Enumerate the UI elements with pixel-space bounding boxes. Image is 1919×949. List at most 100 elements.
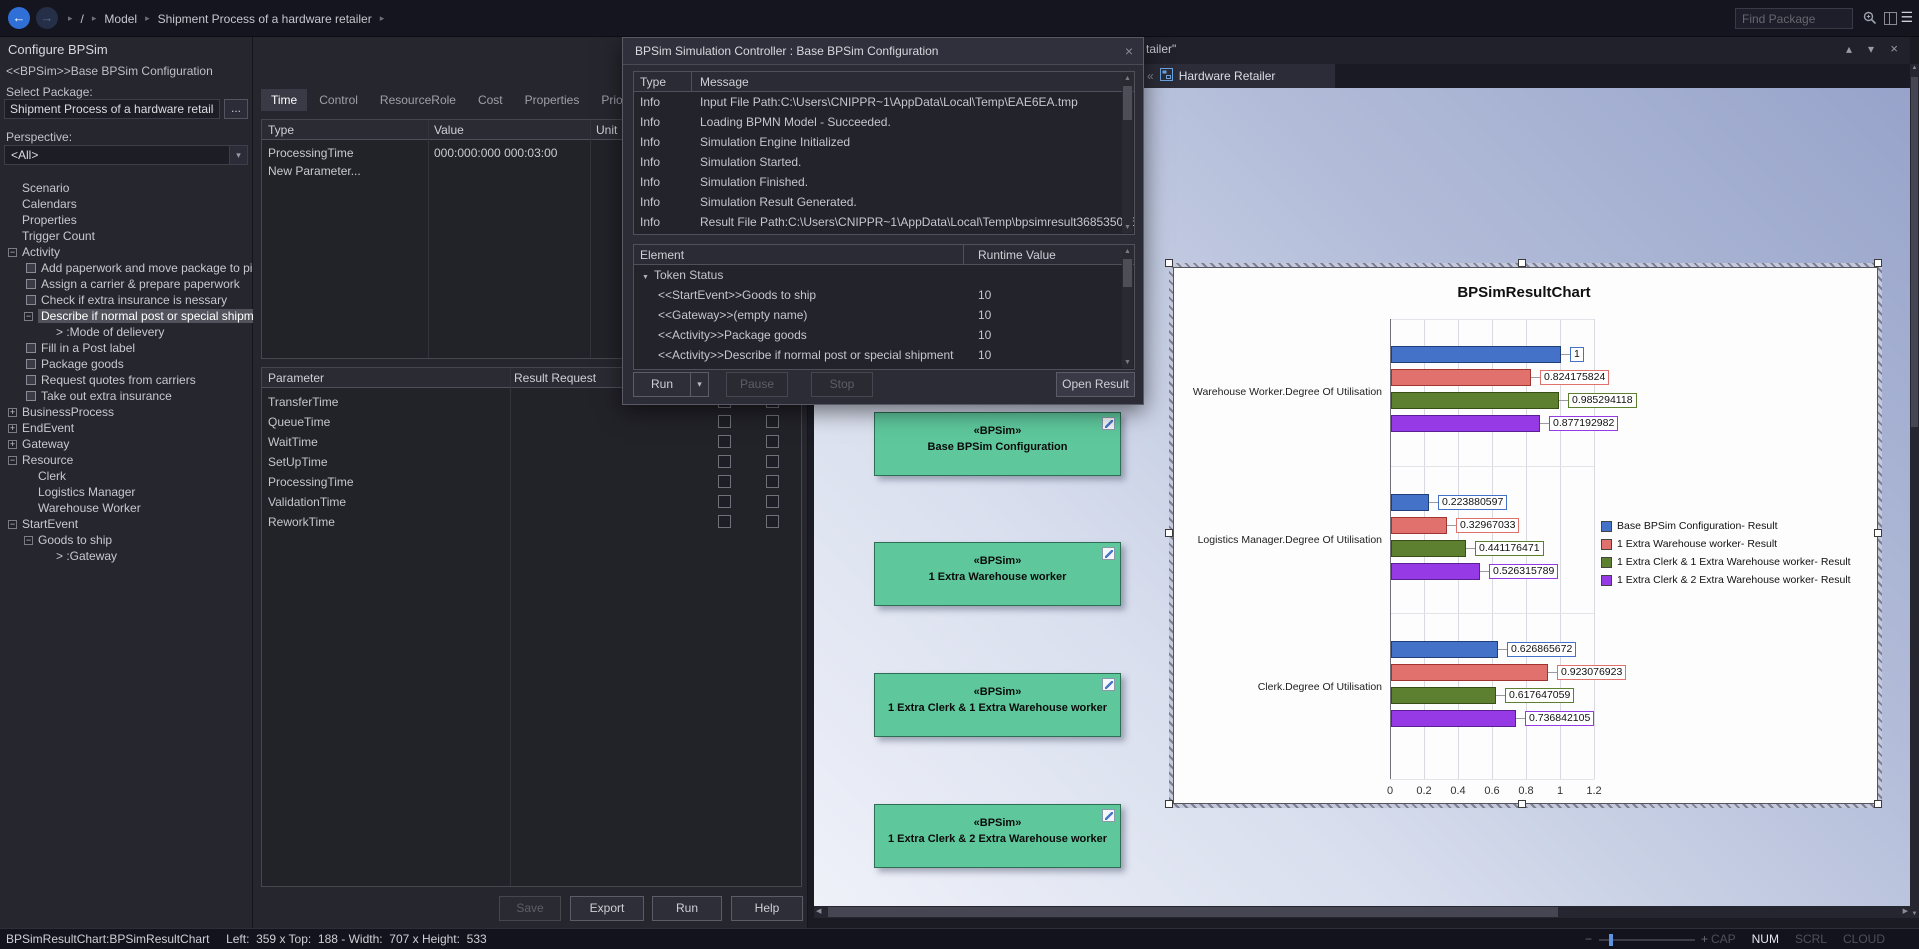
node-1-clerk-1-warehouse-worker[interactable]: «BPSim» 1 Extra Clerk & 1 Extra Warehous… xyxy=(874,673,1121,737)
tree-item-check-insurance[interactable]: Check if extra insurance is nessary xyxy=(0,292,253,308)
log-row[interactable]: InfoSimulation Result Generated. xyxy=(634,192,1134,212)
breadcrumb-model[interactable]: Model xyxy=(104,12,137,26)
perspective-dropdown[interactable]: <All> ▾ xyxy=(4,145,248,165)
log-row[interactable]: InfoSimulation Finished. xyxy=(634,172,1134,192)
column-type[interactable]: Type xyxy=(268,120,294,140)
column-runtime-value[interactable]: Runtime Value xyxy=(964,245,1134,264)
tree-item-gateway-child[interactable]: > :Gateway xyxy=(0,548,253,564)
scroll-down-icon[interactable]: ▼ xyxy=(1122,357,1133,368)
collapse-icon[interactable]: − xyxy=(8,456,17,465)
log-row[interactable]: InfoInput File Path:C:\Users\CNIPPR~1\Ap… xyxy=(634,92,1134,112)
checkbox[interactable] xyxy=(766,455,779,468)
tree-item-trigger-count[interactable]: Trigger Count xyxy=(0,228,253,244)
tab-time[interactable]: Time xyxy=(261,89,307,111)
collapse-icon[interactable]: − xyxy=(24,312,33,321)
layout-icon[interactable] xyxy=(1884,12,1897,28)
tree-item-package-goods[interactable]: Package goods xyxy=(0,356,253,372)
stop-button[interactable]: Stop xyxy=(811,372,873,397)
column-value[interactable]: Value xyxy=(434,120,464,140)
checkbox[interactable] xyxy=(766,435,779,448)
tree-item-goods-to-ship[interactable]: −Goods to ship xyxy=(0,532,253,548)
column-parameter[interactable]: Parameter xyxy=(268,368,324,388)
tree-item-startevent[interactable]: −StartEvent xyxy=(0,516,253,532)
horizontal-scrollbar[interactable]: ◀ ▶ xyxy=(814,906,1910,918)
find-package-input[interactable] xyxy=(1735,8,1853,29)
vertical-scrollbar[interactable]: ▲ ▼ xyxy=(1910,64,1919,918)
column-unit[interactable]: Unit xyxy=(596,120,617,140)
open-result-button[interactable]: Open Result xyxy=(1056,372,1135,397)
new-parameter-row[interactable]: New Parameter... xyxy=(268,162,361,180)
checkbox[interactable] xyxy=(718,515,731,528)
tree-item-businessprocess[interactable]: +BusinessProcess xyxy=(0,404,253,420)
tree-item-warehouse-worker[interactable]: Warehouse Worker xyxy=(0,500,253,516)
column-message[interactable]: Message xyxy=(692,72,1134,91)
checkbox[interactable] xyxy=(718,475,731,488)
checkbox[interactable] xyxy=(718,495,731,508)
runtime-row[interactable]: <<StartEvent>>Goods to ship10 xyxy=(634,285,1134,305)
collapse-triangle-icon[interactable]: ▼ xyxy=(642,274,649,281)
expand-icon[interactable]: + xyxy=(8,424,17,433)
pause-button[interactable]: Pause xyxy=(726,372,788,397)
tree-item-endevent[interactable]: +EndEvent xyxy=(0,420,253,436)
scroll-up-icon[interactable]: ▲ xyxy=(1122,73,1133,84)
menu-icon[interactable]: ☰ xyxy=(1900,9,1913,26)
vertical-scrollbar[interactable]: ▲ ▼ xyxy=(1122,246,1133,368)
browse-button[interactable]: ... xyxy=(224,99,248,119)
zoom-out-icon[interactable]: − xyxy=(1585,929,1592,949)
slider-thumb[interactable] xyxy=(1609,934,1613,946)
column-element[interactable]: Element xyxy=(634,245,964,264)
collapse-icon[interactable]: − xyxy=(8,520,17,529)
save-button[interactable]: Save xyxy=(499,896,561,921)
package-input[interactable] xyxy=(4,99,220,119)
runtime-row[interactable]: <<Activity>>Describe if normal post or s… xyxy=(634,345,1134,365)
chevron-down-icon[interactable]: ▾ xyxy=(1868,42,1874,56)
slider-track[interactable] xyxy=(1599,939,1695,941)
tree-item-activity[interactable]: −Activity xyxy=(0,244,253,260)
run-button[interactable]: Run xyxy=(652,896,722,921)
tree-item-clerk[interactable]: Clerk xyxy=(0,468,253,484)
chevron-up-icon[interactable]: ▴ xyxy=(1846,42,1852,56)
tab-control[interactable]: Control xyxy=(309,89,368,111)
scrollbar-thumb[interactable] xyxy=(1123,259,1132,287)
checkbox[interactable] xyxy=(766,415,779,428)
breadcrumb-package[interactable]: Shipment Process of a hardware retailer xyxy=(158,12,372,26)
dialog-title[interactable]: BPSim Simulation Controller : Base BPSim… xyxy=(623,38,1143,65)
close-icon[interactable]: × xyxy=(1125,38,1133,65)
tree-item-fill-post-label[interactable]: Fill in a Post label xyxy=(0,340,253,356)
tree-item-assign-carrier[interactable]: Assign a carrier & prepare paperwork xyxy=(0,276,253,292)
checkbox[interactable] xyxy=(718,435,731,448)
column-result-request[interactable]: Result Request xyxy=(514,368,596,388)
back-button[interactable]: ← xyxy=(8,7,30,29)
node-base-bpsim-configuration[interactable]: «BPSim» Base BPSim Configuration xyxy=(874,412,1121,476)
zoom-in-icon[interactable]: + xyxy=(1701,929,1708,949)
scroll-up-icon[interactable]: ▲ xyxy=(1122,246,1133,257)
chevron-down-icon[interactable]: ▾ xyxy=(229,146,247,164)
tab-cost[interactable]: Cost xyxy=(468,89,513,111)
runtime-row[interactable]: <<Gateway>>(empty name)10 xyxy=(634,305,1134,325)
tab-resourcerole[interactable]: ResourceRole xyxy=(370,89,466,111)
tab-hardware-retailer[interactable]: « Hardware Retailer xyxy=(1140,64,1335,88)
scroll-down-icon[interactable]: ▼ xyxy=(1910,911,1919,917)
chevron-down-icon[interactable]: ▾ xyxy=(690,373,708,396)
selection-handle[interactable] xyxy=(1874,259,1882,267)
log-row[interactable]: InfoResult File Path:C:\Users\CNIPPR~1\A… xyxy=(634,212,1134,232)
checkbox[interactable] xyxy=(766,515,779,528)
expand-icon[interactable]: + xyxy=(8,440,17,449)
scrollbar-thumb[interactable] xyxy=(828,907,1558,917)
checkbox[interactable] xyxy=(718,415,731,428)
selection-handle[interactable] xyxy=(1165,259,1173,267)
chevrons-left-icon[interactable]: « xyxy=(1147,69,1154,83)
runtime-row[interactable]: <<Activity>>Package goods10 xyxy=(634,325,1134,345)
tree-item-calendars[interactable]: Calendars xyxy=(0,196,253,212)
search-plus-icon[interactable] xyxy=(1862,10,1878,29)
close-icon[interactable]: × xyxy=(1890,41,1898,56)
log-row[interactable]: InfoSimulation Started. xyxy=(634,152,1134,172)
run-split-button[interactable]: Run ▾ xyxy=(633,372,709,397)
selection-handle[interactable] xyxy=(1874,800,1882,808)
collapse-icon[interactable]: − xyxy=(24,536,33,545)
scroll-left-icon[interactable]: ◀ xyxy=(816,906,821,918)
column-type[interactable]: Type xyxy=(634,72,692,91)
tree-item-gateway[interactable]: +Gateway xyxy=(0,436,253,452)
selection-handle[interactable] xyxy=(1165,529,1173,537)
tree-item-add-paperwork[interactable]: Add paperwork and move package to pick a… xyxy=(0,260,253,276)
